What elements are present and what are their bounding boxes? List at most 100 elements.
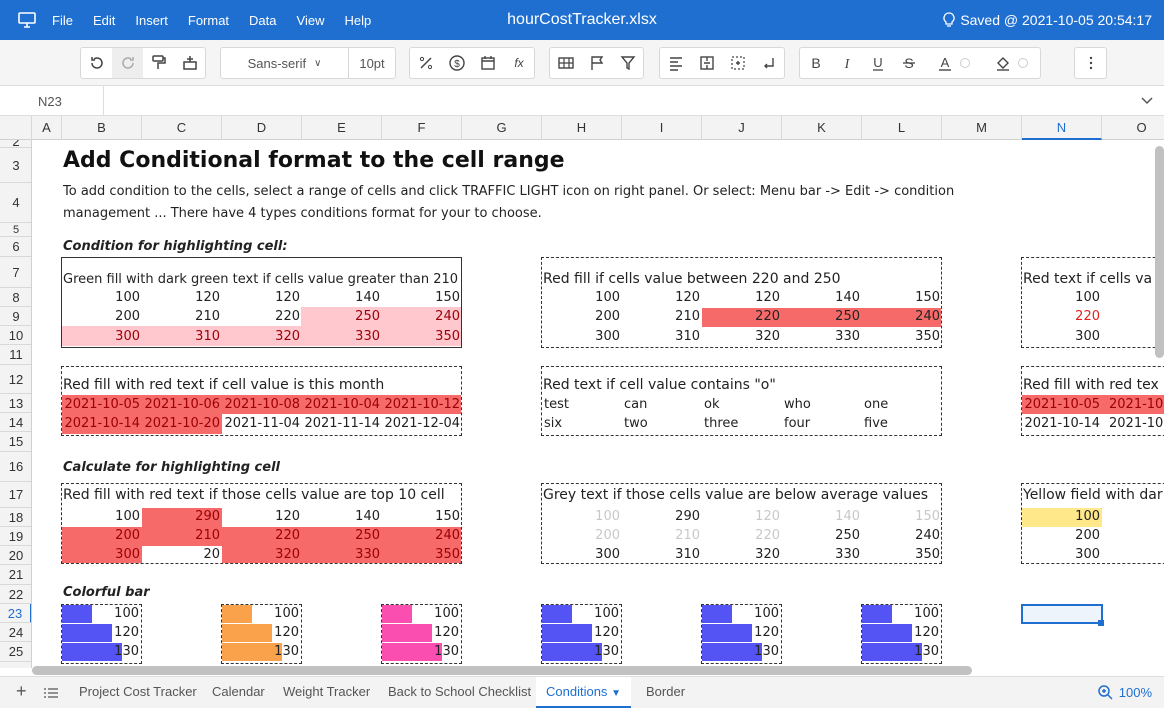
- chevron-down-icon[interactable]: [1140, 93, 1154, 110]
- col-header-m[interactable]: M: [942, 116, 1022, 140]
- cell-value[interactable]: 2021-10-05: [62, 397, 142, 412]
- wrap-text-icon[interactable]: [753, 48, 784, 78]
- cell-value[interactable]: 350: [382, 329, 462, 344]
- cell-value[interactable]: 320: [702, 329, 782, 344]
- cell-value[interactable]: 120: [702, 509, 782, 524]
- cell-value[interactable]: 240: [382, 528, 462, 543]
- row-header[interactable]: 9: [0, 307, 31, 326]
- cell-value[interactable]: 200: [542, 528, 622, 543]
- cell-value[interactable]: 310: [622, 547, 702, 562]
- cell-value[interactable]: 2021-10-20: [142, 416, 222, 431]
- cell-value[interactable]: five: [862, 416, 942, 431]
- more-vertical-icon[interactable]: [1075, 48, 1106, 78]
- cell-value[interactable]: 350: [862, 547, 942, 562]
- row-header[interactable]: 15: [0, 432, 31, 452]
- cell-value[interactable]: 100: [1022, 290, 1102, 305]
- cell-value[interactable]: 140: [782, 290, 862, 305]
- row-header[interactable]: 21: [0, 565, 31, 585]
- tab-border[interactable]: Border: [636, 677, 695, 708]
- cell-value[interactable]: 140: [302, 509, 382, 524]
- cell-value[interactable]: 200: [62, 309, 142, 324]
- cell-value[interactable]: 250: [302, 309, 382, 324]
- filter-icon[interactable]: [612, 48, 643, 78]
- cell-value[interactable]: 240: [862, 528, 942, 543]
- tab-conditions[interactable]: Conditions ▼: [536, 677, 631, 708]
- cell-value[interactable]: 300: [1022, 547, 1102, 562]
- row-header[interactable]: 7: [0, 257, 31, 288]
- cell-value[interactable]: 2021-11-14: [302, 416, 382, 431]
- cell-value[interactable]: 100: [861, 606, 941, 621]
- cell-value[interactable]: 120: [221, 625, 301, 640]
- cell-value[interactable]: 150: [862, 290, 942, 305]
- cell-value[interactable]: ok: [702, 397, 782, 412]
- cell-value[interactable]: 210: [622, 309, 702, 324]
- cell-value[interactable]: 320: [702, 547, 782, 562]
- undo-icon[interactable]: [81, 48, 112, 78]
- cell-value[interactable]: who: [782, 397, 862, 412]
- fill-color-icon[interactable]: [982, 48, 1040, 78]
- cell-value[interactable]: 200: [542, 309, 622, 324]
- merge-cells-icon[interactable]: [691, 48, 722, 78]
- cell-value[interactable]: 130: [221, 644, 301, 659]
- strikethrough-icon[interactable]: S: [893, 48, 924, 78]
- col-header-g[interactable]: G: [462, 116, 542, 140]
- currency-icon[interactable]: $: [441, 48, 472, 78]
- cell-value[interactable]: 150: [382, 509, 462, 524]
- cell-value[interactable]: 120: [222, 290, 302, 305]
- cell-value[interactable]: test: [542, 397, 622, 412]
- row-header[interactable]: 2: [0, 140, 31, 149]
- cell-value[interactable]: 240: [382, 309, 462, 324]
- cell-value[interactable]: 290: [622, 509, 702, 524]
- sheet-list-icon[interactable]: [34, 677, 68, 708]
- cell-value[interactable]: 130: [61, 644, 141, 659]
- cell-value[interactable]: 2021-10-04: [302, 397, 382, 412]
- table-icon[interactable]: [550, 48, 581, 78]
- row-header[interactable]: 6: [0, 237, 31, 257]
- cell-value[interactable]: 120: [701, 625, 781, 640]
- horizontal-scrollbar[interactable]: [32, 666, 972, 675]
- cell-value[interactable]: 100: [1022, 509, 1102, 524]
- caret-down-icon[interactable]: ▼: [611, 688, 621, 699]
- col-header-n[interactable]: N: [1022, 116, 1102, 140]
- cell-value[interactable]: 300: [62, 547, 142, 562]
- cell-value[interactable]: 130: [861, 644, 941, 659]
- cell-value[interactable]: 200: [62, 528, 142, 543]
- tab-back-to-school-checklist[interactable]: Back to School Checklist: [378, 677, 541, 708]
- cell-value[interactable]: 140: [302, 290, 382, 305]
- add-sheet-icon[interactable]: +: [6, 677, 37, 708]
- cell-value[interactable]: 130: [701, 644, 781, 659]
- tab-weight-tracker[interactable]: Weight Tracker: [273, 677, 380, 708]
- cell-value[interactable]: 100: [542, 290, 622, 305]
- col-header-b[interactable]: B: [62, 116, 142, 140]
- row-header[interactable]: 8: [0, 288, 31, 307]
- cell-value[interactable]: three: [702, 416, 782, 431]
- cell-value[interactable]: six: [542, 416, 622, 431]
- col-header-a[interactable]: A: [32, 116, 62, 140]
- align-left-icon[interactable]: [660, 48, 691, 78]
- cell-reference[interactable]: N23: [0, 86, 104, 116]
- col-header-d[interactable]: D: [222, 116, 302, 140]
- flag-icon[interactable]: [581, 48, 612, 78]
- cell-value[interactable]: 320: [222, 329, 302, 344]
- cell-value[interactable]: 330: [782, 329, 862, 344]
- row-header[interactable]: 16: [0, 452, 31, 482]
- cell-value[interactable]: 220: [222, 309, 302, 324]
- cell-value[interactable]: two: [622, 416, 702, 431]
- cell-value[interactable]: 120: [702, 290, 782, 305]
- row-header[interactable]: 22: [0, 585, 31, 604]
- cell-value[interactable]: 330: [302, 547, 382, 562]
- cell-value[interactable]: 220: [702, 309, 782, 324]
- cell-value[interactable]: 120: [142, 290, 222, 305]
- col-header-h[interactable]: H: [542, 116, 622, 140]
- cell-value[interactable]: 210: [622, 528, 702, 543]
- cell-value[interactable]: 240: [862, 309, 942, 324]
- row-header[interactable]: 12: [0, 365, 31, 394]
- cell-value[interactable]: 120: [222, 509, 302, 524]
- row-header[interactable]: 14: [0, 413, 31, 432]
- select-all-corner[interactable]: [0, 116, 32, 140]
- cell-value[interactable]: 250: [302, 528, 382, 543]
- cell-value[interactable]: 330: [302, 329, 382, 344]
- cell-value[interactable]: 20: [142, 547, 222, 562]
- cell-value[interactable]: 100: [541, 606, 621, 621]
- col-header-e[interactable]: E: [302, 116, 382, 140]
